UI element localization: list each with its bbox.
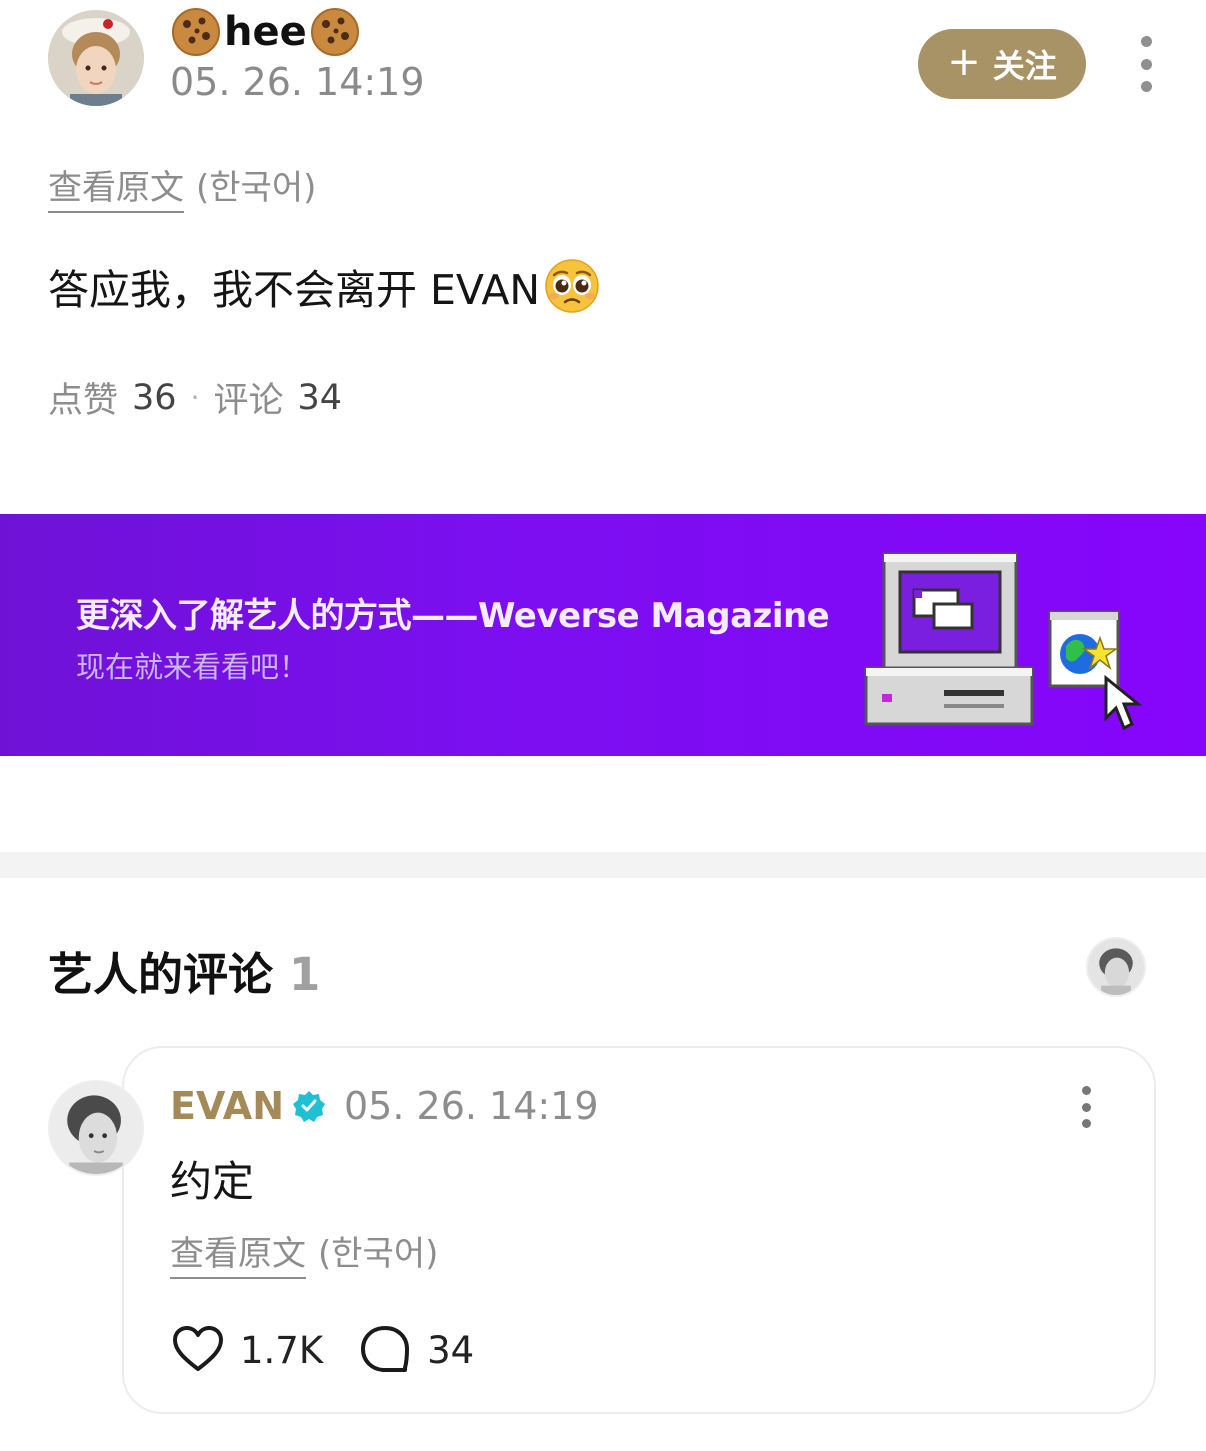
post-translation-toggle: 查看原文 (한국어) bbox=[48, 160, 316, 213]
more-vertical-icon bbox=[1140, 36, 1152, 47]
reply-button[interactable]: 34 bbox=[357, 1322, 474, 1378]
comment-translation-toggle: 查看原文 (한국어) bbox=[170, 1226, 438, 1279]
stats-separator: · bbox=[190, 381, 200, 414]
artist-comments-heading: 艺人的评论 1 bbox=[48, 938, 320, 1003]
section-divider bbox=[0, 852, 1206, 878]
banner-title: 更深入了解艺人的方式——Weverse Magazine bbox=[76, 596, 830, 636]
author-name-text[interactable]: hee bbox=[224, 9, 307, 55]
post-timestamp: 05. 26. 14:19 bbox=[170, 60, 425, 104]
artist-avatar-thumb[interactable] bbox=[1086, 937, 1146, 997]
follow-button[interactable]: + 关注 bbox=[918, 29, 1086, 99]
comment-author-avatar[interactable] bbox=[48, 1080, 144, 1176]
comment-body: 约定 bbox=[170, 1157, 255, 1206]
more-vertical-icon-dot bbox=[1081, 1102, 1091, 1112]
more-vertical-icon-dot bbox=[1140, 58, 1152, 70]
original-language-label: (한국어) bbox=[318, 1234, 439, 1274]
post-author-name[interactable]: hee bbox=[170, 6, 361, 58]
like-count: 1.7K bbox=[240, 1328, 324, 1372]
artist-comments-title: 艺人的评论 bbox=[48, 948, 274, 1001]
post-stats: 点赞 36 · 评论 34 bbox=[48, 372, 342, 423]
computer-illustration bbox=[864, 552, 1143, 731]
like-button[interactable]: 1.7K bbox=[170, 1322, 323, 1378]
comment-timestamp: 05. 26. 14:19 bbox=[344, 1084, 599, 1128]
more-vertical-icon-dot bbox=[1140, 81, 1152, 92]
likes-count: 36 bbox=[132, 377, 177, 418]
verified-badge-icon bbox=[293, 1091, 325, 1122]
post-body: 答应我，我不会离开 EVAN bbox=[48, 256, 600, 316]
likes-label: 点赞 bbox=[48, 381, 119, 421]
original-language-label: (한국어) bbox=[196, 168, 317, 208]
post-body-text: 答应我，我不会离开 EVAN bbox=[48, 266, 541, 314]
view-original-link[interactable]: 查看原文 bbox=[48, 160, 184, 213]
heart-icon bbox=[173, 1326, 223, 1371]
plus-icon: + bbox=[947, 39, 981, 85]
pleading-face-icon bbox=[545, 259, 599, 313]
comment-bubble-icon bbox=[361, 1326, 410, 1372]
cookie-icon bbox=[172, 8, 220, 56]
post-more-options-button[interactable] bbox=[1136, 36, 1156, 92]
comment-author-name[interactable]: EVAN bbox=[170, 1084, 284, 1128]
view-original-link[interactable]: 查看原文 bbox=[170, 1226, 306, 1279]
post-author-avatar[interactable] bbox=[48, 10, 144, 106]
comment-actions: 1.7K 34 bbox=[170, 1322, 508, 1378]
banner-subtitle: 现在就来看看吧！ bbox=[76, 650, 309, 684]
follow-label: 关注 bbox=[992, 47, 1057, 85]
artist-comments-count: 1 bbox=[289, 948, 321, 1001]
comments-count: 34 bbox=[297, 377, 343, 418]
weverse-magazine-banner[interactable]: 更深入了解艺人的方式——Weverse Magazine 现在就来看看吧！ bbox=[0, 514, 1206, 756]
more-vertical-icon-dot bbox=[1081, 1119, 1091, 1128]
cookie-icon bbox=[310, 8, 359, 56]
comment-more-options-button[interactable] bbox=[1078, 1086, 1094, 1128]
reply-count: 34 bbox=[427, 1328, 475, 1372]
more-vertical-icon bbox=[1081, 1086, 1091, 1095]
comments-label: 评论 bbox=[213, 381, 284, 421]
comment-author[interactable]: EVAN bbox=[170, 1084, 326, 1128]
